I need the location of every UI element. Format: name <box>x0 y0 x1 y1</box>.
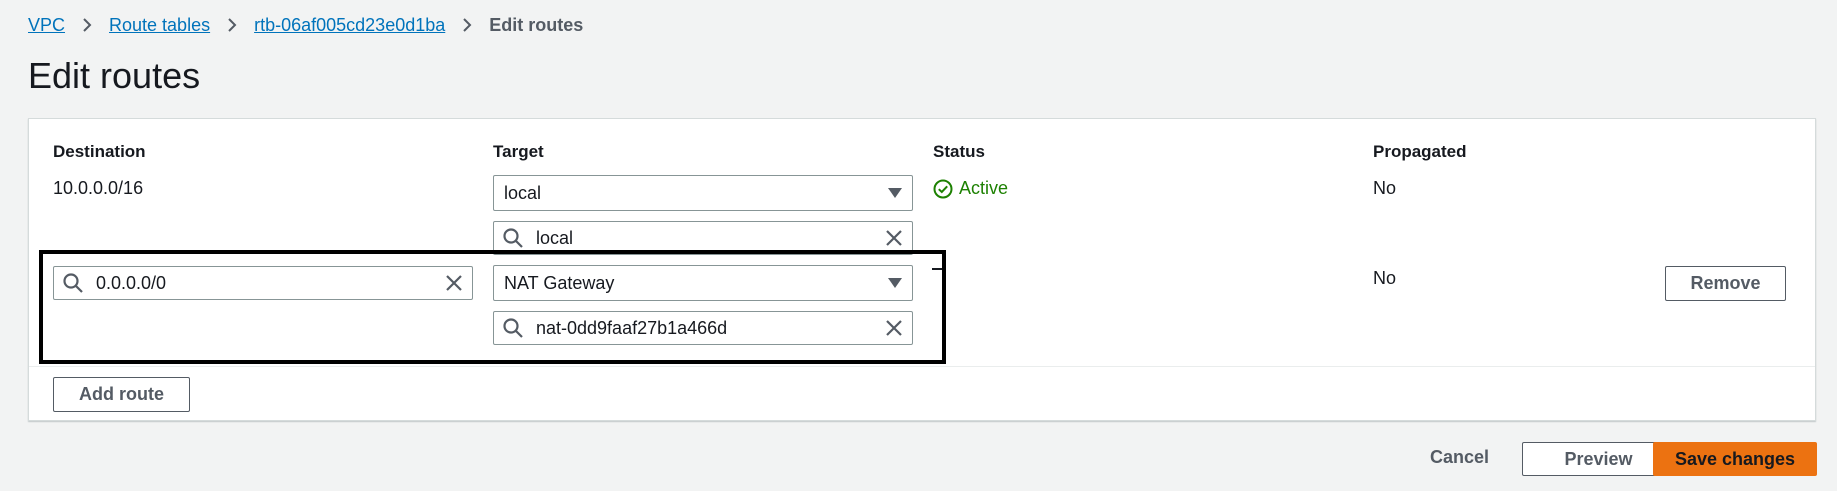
target-search-value: local <box>536 227 574 248</box>
search-icon <box>502 227 524 249</box>
target-type-select[interactable]: NAT Gateway <box>493 265 913 301</box>
caret-down-icon <box>888 278 902 288</box>
target-search-input[interactable]: nat-0dd9faaf27b1a466d <box>493 311 913 345</box>
destination-value: 0.0.0.0/0 <box>96 272 167 293</box>
clear-icon[interactable] <box>884 228 904 248</box>
column-header-destination: Destination <box>53 142 146 161</box>
chevron-right-icon <box>227 18 237 32</box>
target-search-value: nat-0dd9faaf27b1a466d <box>536 317 728 338</box>
breadcrumb: VPC Route tables rtb-06af005cd23e0d1ba E… <box>28 12 583 38</box>
propagated-text: No <box>1373 268 1397 288</box>
destination-input[interactable]: 0.0.0.0/0 <box>53 266 473 300</box>
propagated-text: No <box>1373 178 1397 198</box>
column-header-propagated: Propagated <box>1373 142 1467 161</box>
breadcrumb-vpc[interactable]: VPC <box>28 15 65 36</box>
clear-icon[interactable] <box>444 273 464 293</box>
chevron-right-icon <box>82 18 92 32</box>
row-divider <box>29 366 1815 367</box>
target-type-select[interactable]: local <box>493 175 913 211</box>
route-destination-text: 10.0.0.0/16 <box>53 178 144 198</box>
clear-icon[interactable] <box>884 318 904 338</box>
search-icon <box>62 272 84 294</box>
target-type-value: NAT Gateway <box>504 272 615 293</box>
caret-down-icon <box>888 188 902 198</box>
status-badge: Active <box>933 178 1008 199</box>
column-header-target: Target <box>493 142 544 161</box>
save-changes-button[interactable]: Save changes <box>1653 442 1817 476</box>
breadcrumb-current: Edit routes <box>489 14 584 35</box>
chevron-right-icon <box>462 18 472 32</box>
status-empty-dash: – <box>932 268 942 270</box>
status-text: Active <box>959 178 1009 198</box>
add-route-button[interactable]: Add route <box>53 377 190 412</box>
remove-route-button[interactable]: Remove <box>1665 266 1786 301</box>
cancel-button[interactable]: Cancel <box>1430 447 1489 468</box>
target-search-input[interactable]: local <box>493 221 913 255</box>
column-header-status: Status <box>933 142 985 161</box>
target-type-value: local <box>504 182 542 203</box>
page-title: Edit routes <box>28 55 201 96</box>
breadcrumb-route-table-id[interactable]: rtb-06af005cd23e0d1ba <box>254 15 445 36</box>
search-icon <box>502 317 524 339</box>
breadcrumb-route-tables[interactable]: Route tables <box>109 15 210 36</box>
check-circle-icon <box>933 179 953 199</box>
